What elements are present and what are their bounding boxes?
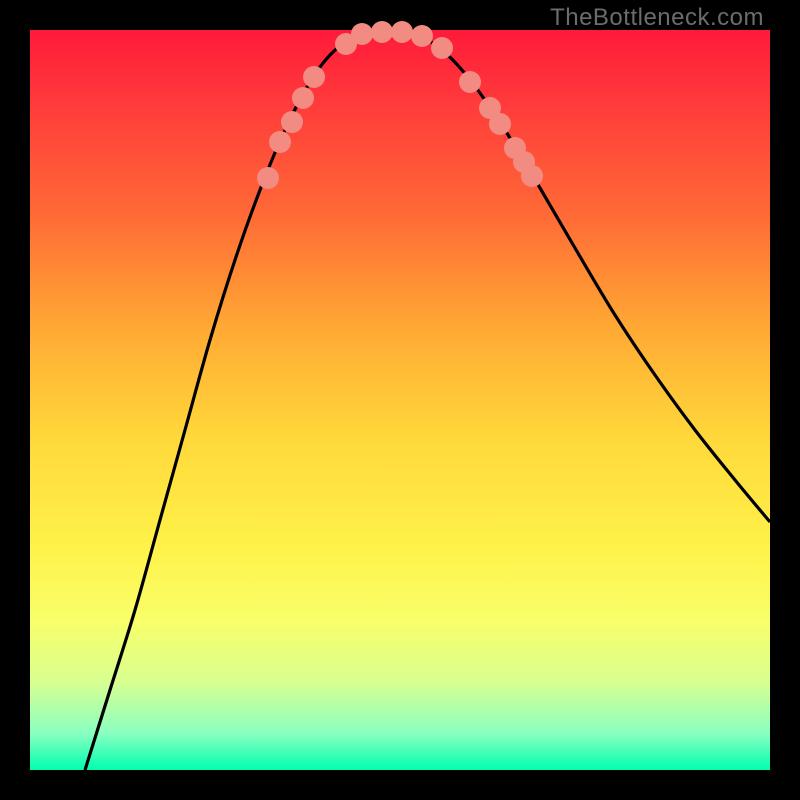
highlight-dot (411, 25, 433, 47)
highlight-dot (303, 66, 325, 88)
highlight-dot (431, 37, 453, 59)
curve-layer (30, 30, 770, 770)
highlight-dot (269, 131, 291, 153)
highlight-dots-group (257, 21, 543, 189)
highlight-dot (459, 71, 481, 93)
watermark: TheBottleneck.com (550, 4, 764, 32)
highlight-dot (351, 23, 373, 45)
highlight-dot (391, 21, 413, 43)
highlight-dot (521, 165, 543, 187)
highlight-dot (281, 111, 303, 133)
highlight-dot (489, 113, 511, 135)
highlight-dot (371, 21, 393, 43)
highlight-dot (257, 167, 279, 189)
chart-area (30, 30, 770, 770)
highlight-dot (292, 87, 314, 109)
bottleneck-curve (85, 31, 770, 770)
